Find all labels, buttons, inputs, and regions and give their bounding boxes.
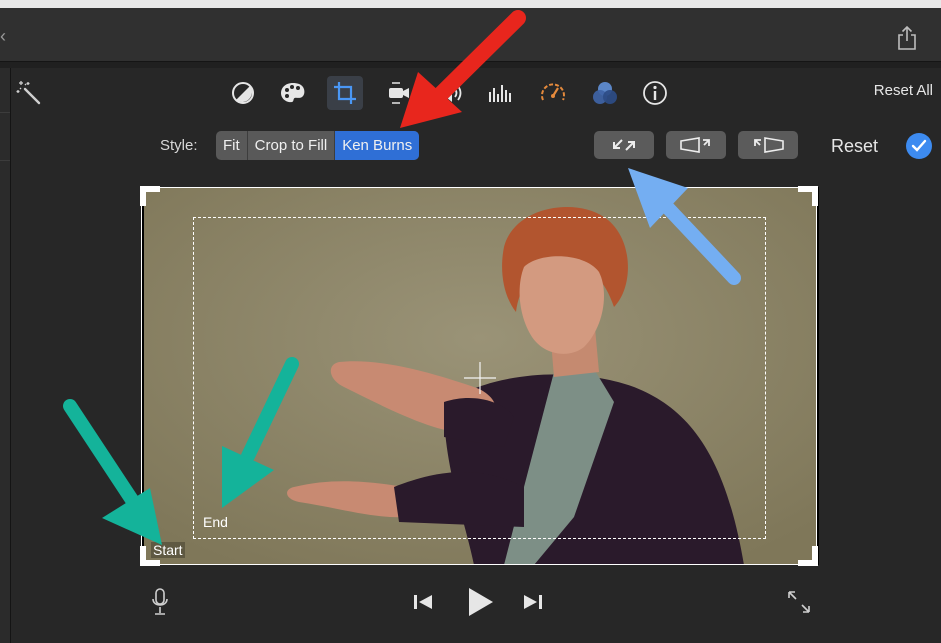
skip-forward-icon (524, 595, 542, 609)
play-button[interactable] (460, 582, 500, 622)
start-frame-label: Start (151, 542, 185, 558)
cropping-icon[interactable] (327, 76, 363, 110)
swap-arrows-icon (613, 139, 635, 151)
play-icon (469, 588, 493, 616)
fullscreen-button[interactable] (784, 582, 814, 622)
start-frame-handle-top-right[interactable] (798, 186, 818, 206)
voiceover-microphone-button[interactable] (146, 582, 174, 622)
apply-checkmark-button[interactable] (906, 133, 932, 159)
color-correction-icon[interactable] (278, 78, 308, 108)
info-icon[interactable] (640, 78, 670, 108)
color-balance-icon[interactable] (228, 78, 258, 108)
style-fit-button[interactable]: Fit (216, 131, 248, 160)
set-start-button[interactable] (666, 131, 726, 159)
reset-button[interactable]: Reset (831, 136, 878, 157)
skip-back-icon (414, 595, 432, 609)
stabilization-icon[interactable] (384, 78, 414, 108)
share-icon[interactable] (895, 24, 919, 52)
set-end-button[interactable] (738, 131, 798, 159)
style-ken-burns-button[interactable]: Ken Burns (335, 131, 420, 160)
swap-start-end-button[interactable] (594, 131, 654, 159)
start-frame-handle-bottom-right[interactable] (798, 546, 818, 566)
crosshair-icon (464, 362, 496, 394)
imovie-window: ‹ Reset All Style: Fit Crop to Fill Ken … (0, 0, 941, 643)
skip-forward-button[interactable] (518, 582, 548, 622)
microphone-icon (152, 588, 168, 615)
chevron-left-icon[interactable]: ‹ (0, 26, 6, 47)
frame-arrow-left-icon (754, 137, 784, 153)
noise-reduction-equalizer-icon[interactable] (486, 78, 516, 108)
style-crop-to-fill-button[interactable]: Crop to Fill (248, 131, 336, 160)
crop-style-segmented-control: Fit Crop to Fill Ken Burns (216, 131, 420, 160)
style-label: Style: (160, 137, 198, 154)
skip-back-button[interactable] (408, 582, 438, 622)
checkmark-icon (911, 139, 927, 152)
crop-style-row: Style: Fit Crop to Fill Ken Burns (0, 131, 941, 161)
expand-arrows-icon (788, 591, 810, 613)
top-toolbar: ‹ (0, 0, 941, 62)
volume-icon[interactable] (436, 78, 466, 108)
adjustment-tools (0, 74, 941, 112)
end-frame-label: End (203, 514, 228, 530)
start-frame-handle-top-left[interactable] (140, 186, 160, 206)
frame-arrow-right-icon (680, 137, 710, 153)
clip-filter-icon[interactable] (590, 78, 620, 108)
reset-all-button[interactable]: Reset All (874, 82, 933, 99)
speed-icon[interactable] (538, 78, 568, 108)
